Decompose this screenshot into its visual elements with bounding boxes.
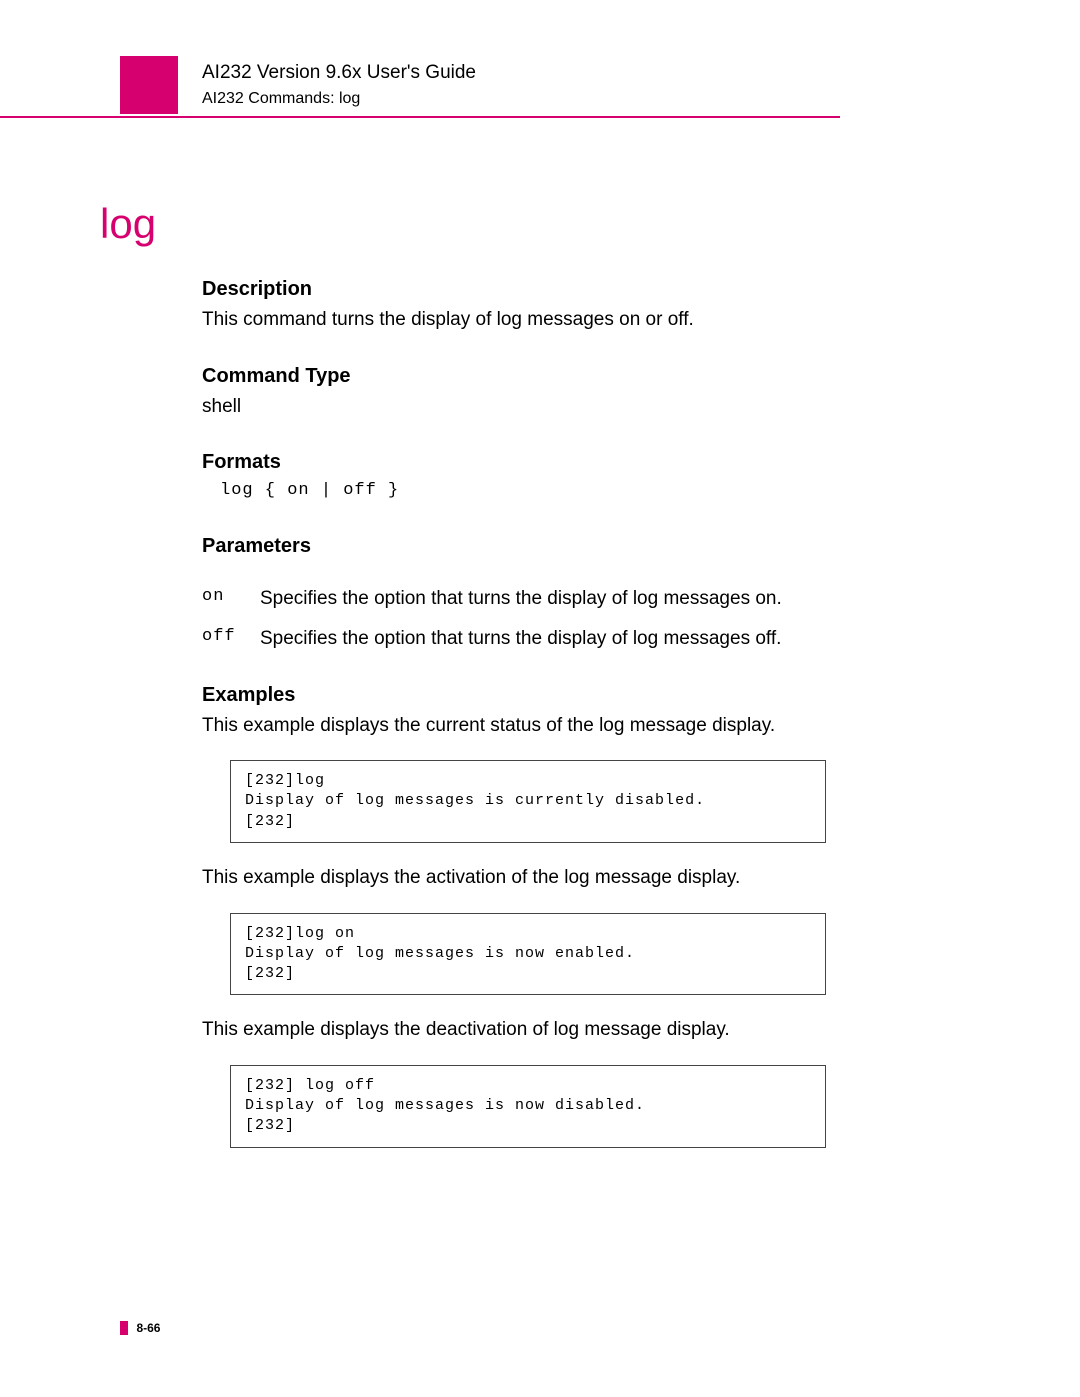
guide-subtitle: AI232 Commands: log [202,90,476,108]
example-box: [232] log off Display of log messages is… [230,1065,826,1148]
parameters-table: on Specifies the option that turns the d… [202,586,882,651]
page-title: log [100,200,960,248]
header-text-block: AI232 Version 9.6x User's Guide AI232 Co… [202,62,476,108]
brand-square-icon [120,56,178,114]
example-intro: This example displays the activation of … [202,865,882,891]
section-head-command-type: Command Type [202,363,882,390]
param-desc: Specifies the option that turns the disp… [260,586,782,612]
page: AI232 Version 9.6x User's Guide AI232 Co… [0,0,1080,1397]
footer: 8-66 [120,1319,160,1337]
example-intro: This example displays the current status… [202,713,882,739]
formats-code: log { on | off } [220,480,882,503]
page-number: 8-66 [136,1321,160,1335]
section-head-examples: Examples [202,682,882,709]
example-box: [232]log on Display of log messages is n… [230,913,826,996]
header: AI232 Version 9.6x User's Guide AI232 Co… [120,56,960,120]
param-key: off [202,626,260,652]
param-desc: Specifies the option that turns the disp… [260,626,781,652]
param-row: off Specifies the option that turns the … [202,626,882,652]
section-head-description: Description [202,276,882,303]
description-body: This command turns the display of log me… [202,307,882,333]
example-intro: This example displays the deactivation o… [202,1017,882,1043]
section-head-parameters: Parameters [202,533,882,560]
section-head-formats: Formats [202,449,882,476]
content: Description This command turns the displ… [202,276,882,1148]
guide-title: AI232 Version 9.6x User's Guide [202,62,476,84]
header-rule [0,116,840,118]
param-row: on Specifies the option that turns the d… [202,586,882,612]
footer-bar-icon [120,1321,128,1335]
command-type-body: shell [202,394,882,420]
example-box: [232]log Display of log messages is curr… [230,760,826,843]
param-key: on [202,586,260,612]
